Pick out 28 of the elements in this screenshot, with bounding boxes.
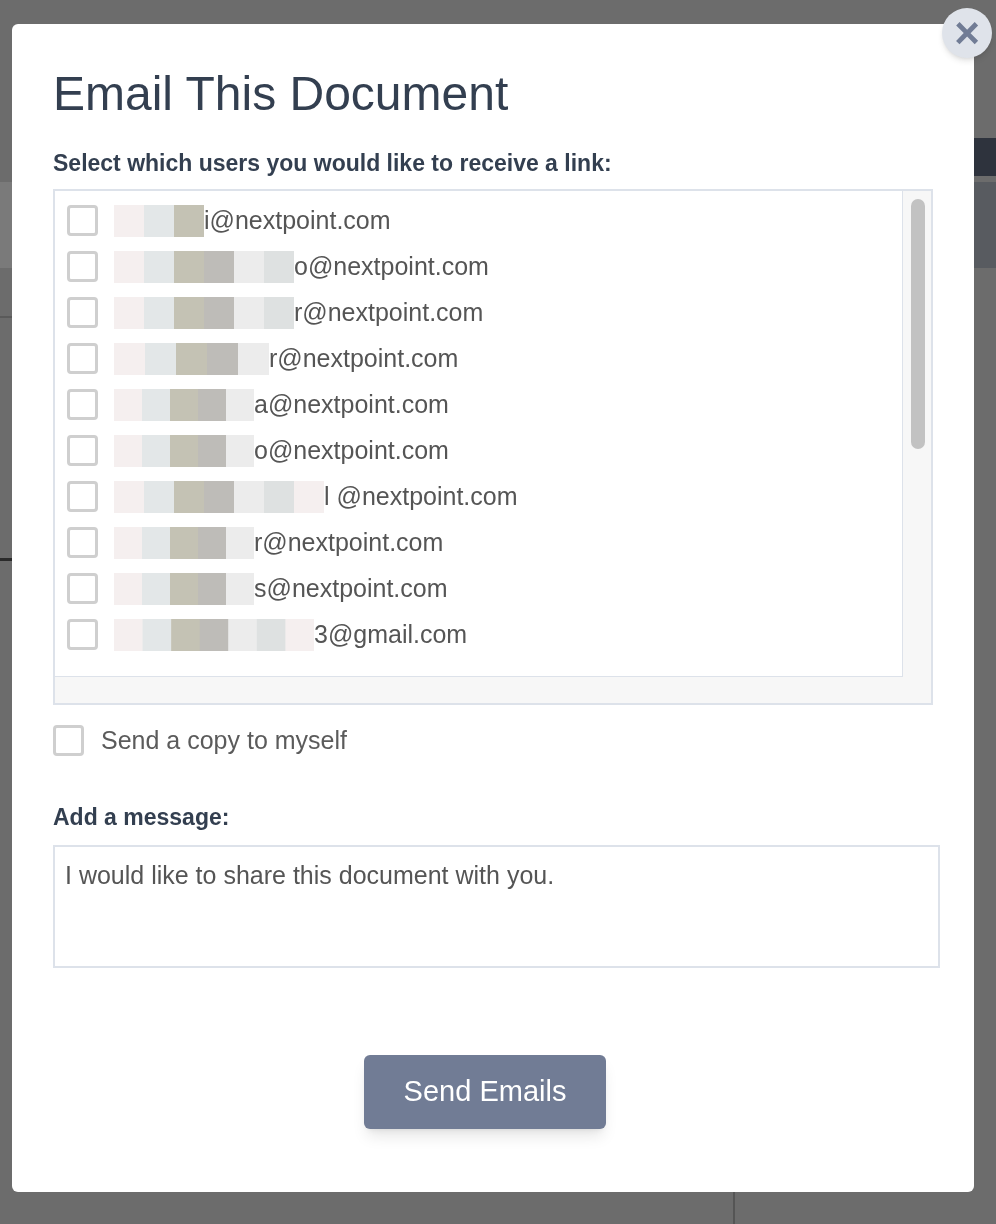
checkbox[interactable]	[67, 297, 98, 328]
checkbox-label: Send a copy to myself	[101, 724, 347, 756]
checkbox[interactable]	[67, 527, 98, 558]
checkbox[interactable]	[67, 481, 98, 512]
user-email: r@nextpoint.com	[254, 526, 444, 558]
user-email: r@nextpoint.com	[294, 296, 484, 328]
user-email: o@nextpoint.com	[294, 250, 489, 282]
scrollbar[interactable]	[911, 198, 925, 449]
send-button[interactable]: Send Emails	[364, 1054, 606, 1129]
user-email: a@nextpoint.com	[254, 388, 449, 420]
checkbox[interactable]	[67, 619, 98, 650]
user-email: s@nextpoint.com	[254, 572, 448, 604]
user-email: r@nextpoint.com	[269, 342, 459, 374]
checkbox[interactable]	[67, 435, 98, 466]
message-label: Add a message:	[53, 803, 231, 832]
user-email: 3@gmail.com	[314, 618, 468, 650]
user-email: l @nextpoint.com	[324, 480, 518, 512]
checkbox[interactable]	[53, 724, 84, 756]
message-field[interactable]: I would like to share this document with you.	[53, 844, 940, 968]
dialog-title: Email This Document	[53, 66, 510, 122]
users-label: Select which users you would like to receive a link:	[53, 149, 613, 178]
user-email: o@nextpoint.com	[254, 434, 449, 466]
checkbox[interactable]	[67, 573, 98, 604]
user-email: i@nextpoint.com	[204, 204, 391, 236]
checkbox[interactable]	[67, 343, 98, 374]
checkbox[interactable]	[67, 389, 98, 420]
checkbox[interactable]	[67, 251, 98, 282]
checkbox[interactable]	[67, 205, 98, 236]
